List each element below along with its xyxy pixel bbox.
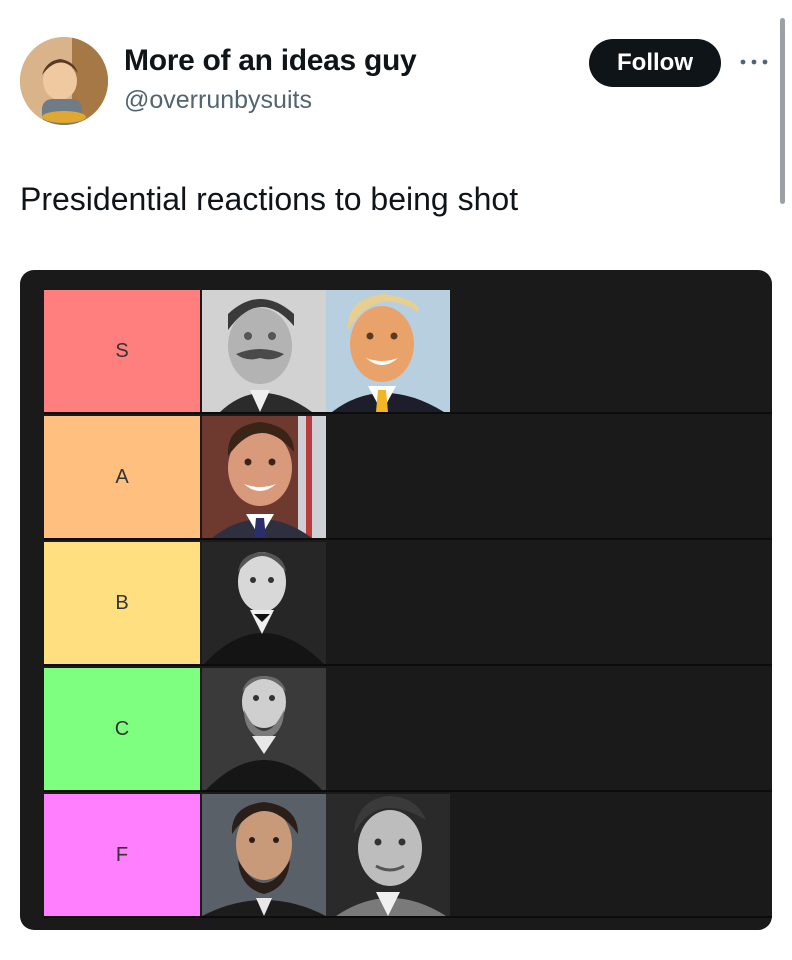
- portrait-ronald-reagan-icon: [202, 416, 326, 538]
- tier-list-image[interactable]: S A B C F: [20, 270, 772, 930]
- tier-row-f: F: [44, 794, 772, 918]
- portrait-theodore-roosevelt-icon: [202, 290, 326, 412]
- tier-row-b: B: [44, 542, 772, 666]
- portrait-james-garfield-icon: [202, 668, 326, 790]
- tier-label-c: C: [44, 668, 200, 790]
- tier-label-s: S: [44, 290, 200, 412]
- author-display-name[interactable]: More of an ideas guy: [124, 44, 417, 78]
- tier-items-c: [202, 668, 326, 790]
- avatar[interactable]: [20, 37, 108, 125]
- tier-row-s: S: [44, 290, 772, 414]
- tier-items-a: [202, 416, 326, 538]
- portrait-abraham-lincoln-icon: [202, 794, 326, 916]
- scrollbar[interactable]: [780, 18, 785, 204]
- author-handle[interactable]: @overrunbysuits: [124, 86, 312, 115]
- follow-button[interactable]: Follow: [589, 39, 721, 87]
- avatar-photo-icon: [20, 37, 108, 125]
- tier-label-f: F: [44, 794, 200, 916]
- portrait-john-f-kennedy-icon: [326, 794, 450, 916]
- more-options-ellipsis-icon[interactable]: [738, 54, 770, 70]
- tier-items-b: [202, 542, 326, 664]
- tier-items-f: [202, 794, 450, 916]
- tier-items-s: [202, 290, 450, 412]
- tweet-text: Presidential reactions to being shot: [20, 181, 519, 217]
- tier-label-b: B: [44, 542, 200, 664]
- tier-row-a: A: [44, 416, 772, 540]
- tier-label-a: A: [44, 416, 200, 538]
- portrait-donald-trump-icon: [326, 290, 450, 412]
- portrait-william-mckinley-icon: [202, 542, 326, 664]
- tier-row-c: C: [44, 668, 772, 792]
